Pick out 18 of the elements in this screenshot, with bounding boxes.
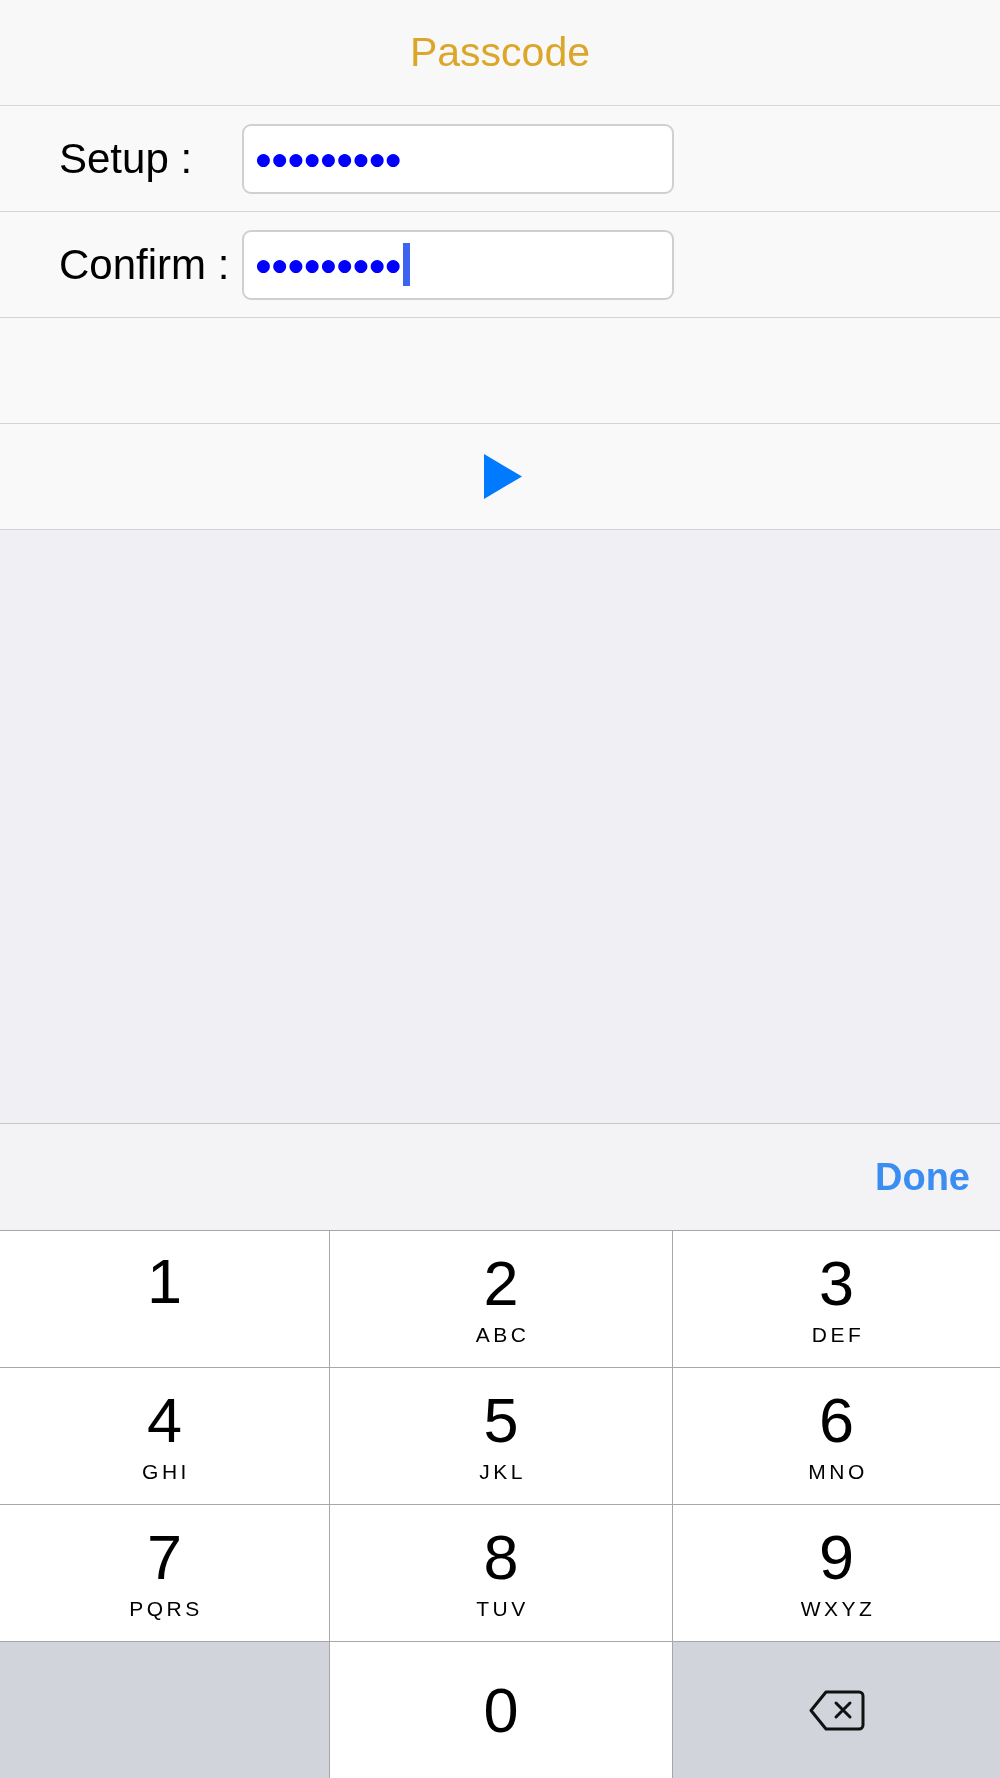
field-label: Confirm : (58, 240, 231, 289)
key-button[interactable]: 2 ABC (330, 1231, 672, 1367)
key-button[interactable]: 4 GHI (0, 1368, 329, 1504)
screen-title: Passcode (409, 29, 591, 76)
passcode-field[interactable]: ●●●●●●●●● (242, 123, 674, 194)
play-icon[interactable] (484, 454, 522, 499)
key-button[interactable]: 9 WXYZ (673, 1505, 1000, 1641)
text-cursor (403, 243, 411, 286)
key-button[interactable]: 3 DEF (673, 1231, 1000, 1367)
key-button[interactable]: 0 (330, 1642, 672, 1778)
field-label: Setup : (58, 134, 194, 183)
key-button[interactable]: 7 PQRS (0, 1505, 329, 1641)
key-button[interactable]: 8 TUV (330, 1505, 672, 1641)
key-button[interactable]: 1 (0, 1231, 329, 1367)
key-button[interactable]: 6 MNO (673, 1368, 1000, 1504)
key-button[interactable]: 5 JKL (330, 1368, 672, 1504)
passcode-field[interactable]: ●●●●●●●●● (242, 229, 674, 300)
backspace-icon (808, 1689, 865, 1731)
